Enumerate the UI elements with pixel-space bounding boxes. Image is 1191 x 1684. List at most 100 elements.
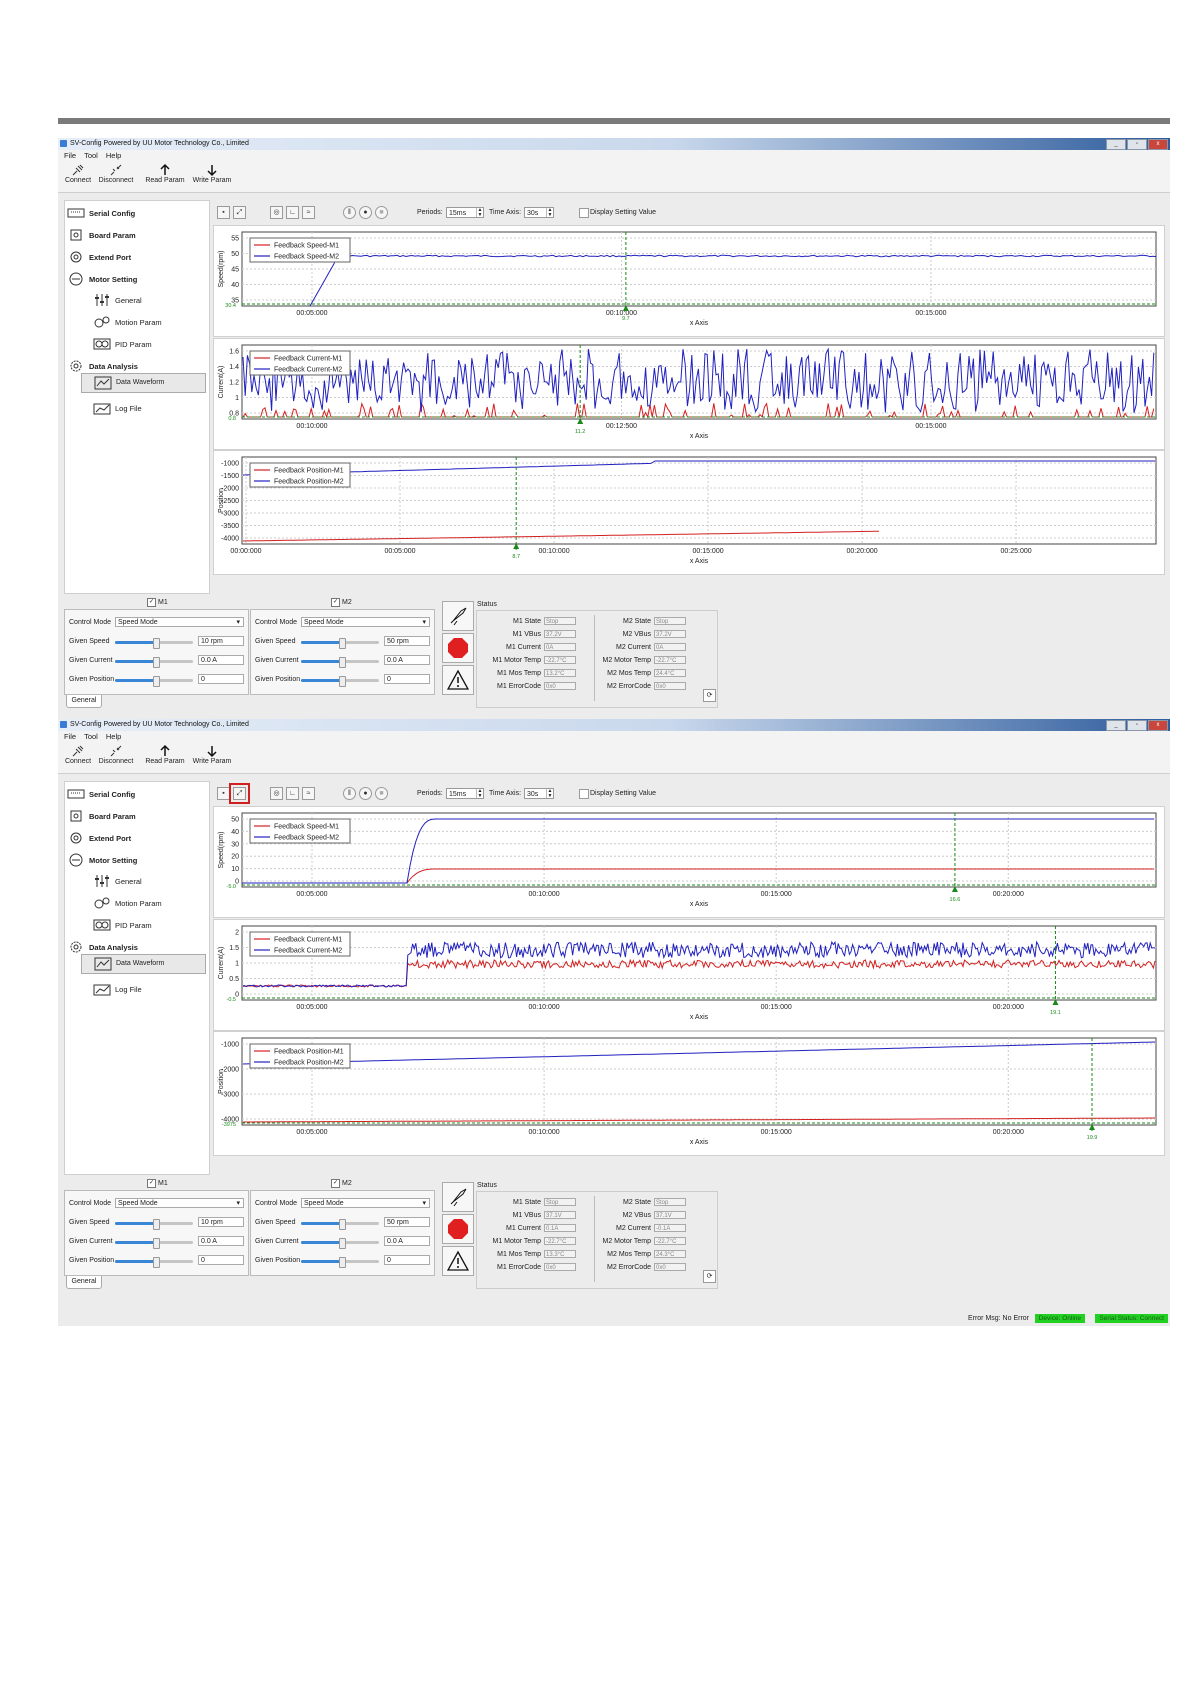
m1-control-mode-select[interactable]: Speed Mode ▾	[115, 1198, 244, 1208]
stop-record-icon[interactable]: ■	[375, 787, 388, 800]
menu-help[interactable]: Help	[106, 731, 121, 742]
nav-log-file[interactable]: Log File	[93, 401, 142, 415]
m2-header[interactable]: ✓ M2	[331, 1179, 352, 1188]
m1-control-mode-select[interactable]: Speed Mode ▾	[115, 617, 244, 627]
minimize-button[interactable]: _	[1106, 720, 1126, 731]
checkbox-icon[interactable]: ✓	[331, 598, 340, 607]
nav-motion-param[interactable]: Motion Param	[93, 315, 162, 329]
wave-icon[interactable]: ≈	[302, 787, 315, 800]
m2-position-slider[interactable]	[301, 676, 379, 687]
tab-general[interactable]: General	[66, 1276, 102, 1289]
menu-tool[interactable]: Tool	[84, 731, 98, 742]
wave-icon[interactable]: ≈	[302, 206, 315, 219]
spin-arrows-icon[interactable]: ▲ ▼	[476, 789, 483, 799]
record-icon[interactable]: ●	[359, 787, 372, 800]
menu-tool[interactable]: Tool	[84, 150, 98, 161]
nav-serial-config[interactable]: Serial Config	[67, 206, 135, 220]
display-setting-checkbox[interactable]	[579, 208, 589, 218]
m1-current-input[interactable]: 0.0 A	[198, 1236, 244, 1246]
tab-general[interactable]: General	[66, 695, 102, 708]
close-button[interactable]: x	[1148, 720, 1168, 731]
m1-position-slider[interactable]	[115, 676, 193, 687]
nav-pid-param[interactable]: PID Param	[93, 337, 152, 351]
alarm-button[interactable]	[442, 665, 474, 695]
nav-board-param[interactable]: Board Param	[67, 809, 136, 823]
m1-speed-input[interactable]: 10 rpm	[198, 1217, 244, 1227]
disconnect-button[interactable]: Disconnect	[96, 744, 136, 765]
nav-motion-param[interactable]: Motion Param	[93, 896, 162, 910]
pause-icon[interactable]: ‖	[343, 206, 356, 219]
nav-data-analysis[interactable]: Data Analysis	[67, 940, 138, 954]
m1-current-slider[interactable]	[115, 657, 193, 668]
maximize-button[interactable]: ▫	[1127, 720, 1147, 731]
maximize-button[interactable]: ▫	[1127, 139, 1147, 150]
spin-arrows-icon[interactable]: ▲ ▼	[546, 208, 553, 218]
m1-speed-slider[interactable]	[115, 1219, 193, 1230]
time-axis-spinbox[interactable]: 30s ▲ ▼	[524, 207, 554, 218]
m2-control-mode-select[interactable]: Speed Mode ▾	[301, 617, 430, 627]
checkbox-icon[interactable]: ✓	[331, 1179, 340, 1188]
connect-button[interactable]: Connect	[63, 163, 93, 184]
m1-position-input[interactable]: 0	[198, 674, 244, 684]
spin-arrows-icon[interactable]: ▲ ▼	[476, 208, 483, 218]
pan-icon[interactable]: ◎	[270, 787, 283, 800]
periods-spinbox[interactable]: 15ms ▲ ▼	[446, 207, 484, 218]
nav-extend-port[interactable]: Extend Port	[67, 831, 131, 845]
m1-position-input[interactable]: 0	[198, 1255, 244, 1265]
refresh-icon[interactable]: ⟳	[703, 689, 716, 702]
nav-serial-config[interactable]: Serial Config	[67, 787, 135, 801]
save-icon[interactable]: ▪	[217, 206, 230, 219]
m1-speed-slider[interactable]	[115, 638, 193, 649]
m2-header[interactable]: ✓ M2	[331, 598, 352, 607]
m2-current-slider[interactable]	[301, 1238, 379, 1249]
refresh-icon[interactable]: ⟳	[703, 1270, 716, 1283]
m2-speed-input[interactable]: 50 rpm	[384, 636, 430, 646]
axis-icon[interactable]: ∟	[286, 206, 299, 219]
m2-current-input[interactable]: 0.0 A	[384, 655, 430, 665]
disconnect-button[interactable]: Disconnect	[96, 163, 136, 184]
m2-speed-slider[interactable]	[301, 1219, 379, 1230]
m1-position-slider[interactable]	[115, 1257, 193, 1268]
nav-log-file[interactable]: Log File	[93, 982, 142, 996]
write-param-button[interactable]: Write Param	[191, 163, 233, 184]
spin-arrows-icon[interactable]: ▲ ▼	[546, 789, 553, 799]
nav-data-waveform[interactable]: Data Waveform	[81, 954, 206, 974]
nav-motor-setting[interactable]: Motor Setting	[67, 272, 137, 286]
m2-position-input[interactable]: 0	[384, 674, 430, 684]
nav-pid-param[interactable]: PID Param	[93, 918, 152, 932]
display-setting-checkbox[interactable]	[579, 789, 589, 799]
time-axis-spinbox[interactable]: 30s ▲ ▼	[524, 788, 554, 799]
run-button[interactable]	[442, 1182, 474, 1212]
stop-record-icon[interactable]: ■	[375, 206, 388, 219]
write-param-button[interactable]: Write Param	[191, 744, 233, 765]
m1-header[interactable]: ✓ M1	[147, 1179, 168, 1188]
m1-header[interactable]: ✓ M1	[147, 598, 168, 607]
nav-board-param[interactable]: Board Param	[67, 228, 136, 242]
m2-speed-input[interactable]: 50 rpm	[384, 1217, 430, 1227]
m2-current-slider[interactable]	[301, 657, 379, 668]
save-icon[interactable]: ▪	[217, 787, 230, 800]
pause-icon[interactable]: ‖	[343, 787, 356, 800]
m2-position-input[interactable]: 0	[384, 1255, 430, 1265]
nav-general[interactable]: General	[93, 293, 142, 307]
m2-speed-slider[interactable]	[301, 638, 379, 649]
m1-current-input[interactable]: 0.0 A	[198, 655, 244, 665]
menu-help[interactable]: Help	[106, 150, 121, 161]
expand-icon[interactable]: ⤢	[229, 783, 250, 804]
expand-icon[interactable]: ⤢	[233, 206, 246, 219]
connect-button[interactable]: Connect	[63, 744, 93, 765]
read-param-button[interactable]: Read Param	[144, 163, 186, 184]
record-icon[interactable]: ●	[359, 206, 372, 219]
menu-file[interactable]: File	[64, 150, 76, 161]
alarm-button[interactable]	[442, 1246, 474, 1276]
minimize-button[interactable]: _	[1106, 139, 1126, 150]
m2-position-slider[interactable]	[301, 1257, 379, 1268]
m1-current-slider[interactable]	[115, 1238, 193, 1249]
nav-data-analysis[interactable]: Data Analysis	[67, 359, 138, 373]
m1-speed-input[interactable]: 10 rpm	[198, 636, 244, 646]
periods-spinbox[interactable]: 15ms ▲ ▼	[446, 788, 484, 799]
stop-button[interactable]	[442, 633, 474, 663]
m2-current-input[interactable]: 0.0 A	[384, 1236, 430, 1246]
menu-file[interactable]: File	[64, 731, 76, 742]
nav-motor-setting[interactable]: Motor Setting	[67, 853, 137, 867]
